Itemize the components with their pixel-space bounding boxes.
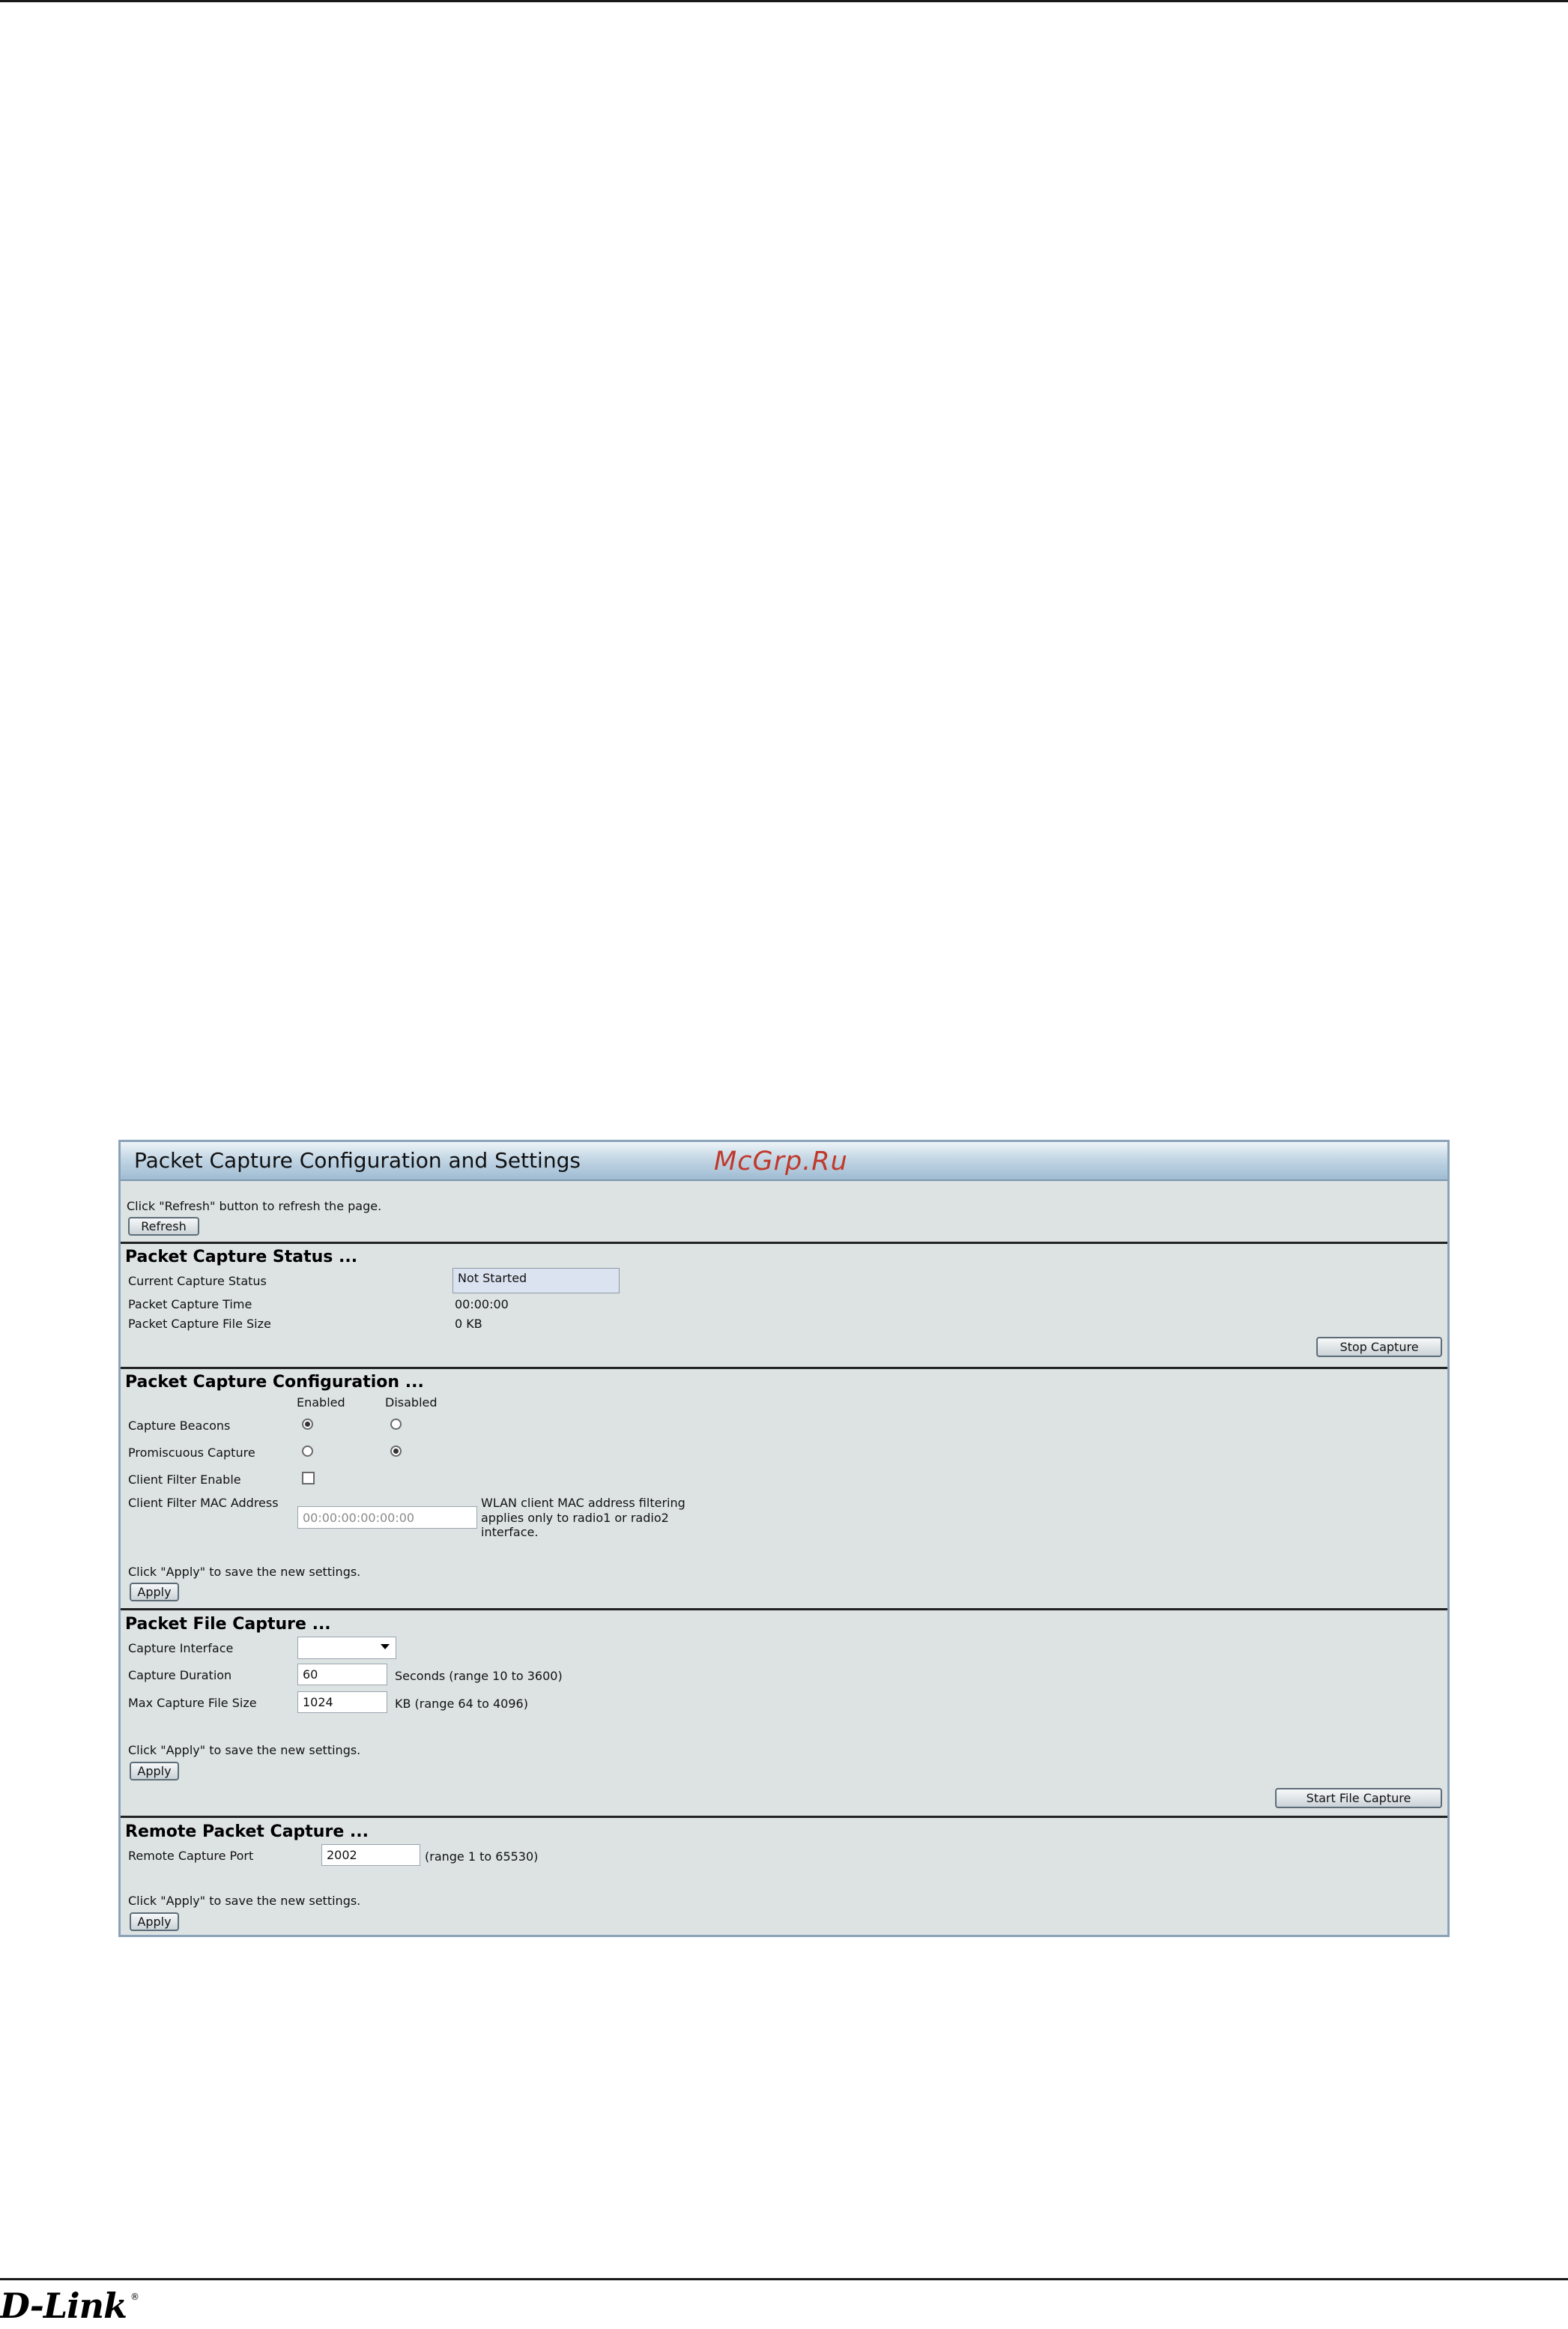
- promiscuous-enabled-radio[interactable]: [302, 1446, 313, 1457]
- packet-capture-file-size-value: 0 KB: [455, 1317, 482, 1331]
- section-divider: [121, 1242, 1447, 1244]
- capture-interface-select[interactable]: [297, 1637, 396, 1659]
- remote-apply-hint: Click "Apply" to save the new settings.: [128, 1894, 361, 1908]
- remote-apply-button[interactable]: Apply: [130, 1912, 179, 1931]
- mac-filter-note-line3: interface.: [481, 1525, 539, 1539]
- remote-capture-port-note: (range 1 to 65530): [425, 1849, 539, 1864]
- max-capture-file-size-input[interactable]: [297, 1691, 387, 1713]
- current-capture-status-label: Current Capture Status: [128, 1274, 267, 1288]
- refresh-hint: Click "Refresh" button to refresh the pa…: [127, 1199, 382, 1213]
- promiscuous-capture-label: Promiscuous Capture: [128, 1446, 255, 1460]
- footer-rule: [0, 2278, 1568, 2280]
- file-capture-section-title: Packet File Capture ...: [125, 1615, 331, 1634]
- watermark-text: McGrp.Ru: [714, 1147, 848, 1176]
- max-capture-file-size-note: KB (range 64 to 4096): [395, 1697, 528, 1711]
- packet-capture-panel: Packet Capture Configuration and Setting…: [118, 1140, 1450, 1937]
- current-capture-status-value: Not Started: [452, 1268, 620, 1293]
- config-section-title: Packet Capture Configuration ...: [125, 1373, 424, 1392]
- section-divider: [121, 1608, 1447, 1610]
- client-filter-mac-label: Client Filter MAC Address: [128, 1496, 279, 1510]
- client-filter-enable-checkbox[interactable]: [302, 1472, 315, 1484]
- refresh-button[interactable]: Refresh: [128, 1217, 199, 1236]
- dlink-logo: D-Link: [0, 2286, 127, 2326]
- promiscuous-disabled-radio[interactable]: [390, 1446, 402, 1457]
- capture-beacons-enabled-radio[interactable]: [302, 1419, 313, 1430]
- mac-filter-note-line1: WLAN client MAC address filtering: [481, 1496, 685, 1510]
- client-filter-mac-input[interactable]: [297, 1506, 477, 1529]
- registered-mark: ®: [130, 2292, 139, 2302]
- capture-duration-label: Capture Duration: [128, 1668, 232, 1682]
- enabled-column-header: Enabled: [297, 1395, 345, 1410]
- max-capture-file-size-label: Max Capture File Size: [128, 1696, 257, 1710]
- status-section-title: Packet Capture Status ...: [125, 1248, 358, 1266]
- disabled-column-header: Disabled: [385, 1395, 438, 1410]
- client-filter-enable-label: Client Filter Enable: [128, 1472, 241, 1487]
- capture-duration-input[interactable]: [297, 1664, 387, 1685]
- remote-capture-port-input[interactable]: [321, 1844, 420, 1866]
- stop-capture-button[interactable]: Stop Capture: [1316, 1337, 1442, 1357]
- panel-title: Packet Capture Configuration and Setting…: [134, 1148, 581, 1173]
- chevron-down-icon: [381, 1644, 390, 1649]
- capture-duration-note: Seconds (range 10 to 3600): [395, 1669, 563, 1683]
- start-file-capture-button[interactable]: Start File Capture: [1275, 1788, 1442, 1808]
- packet-capture-file-size-label: Packet Capture File Size: [128, 1317, 271, 1331]
- config-apply-button[interactable]: Apply: [130, 1583, 179, 1601]
- remote-capture-port-label: Remote Capture Port: [128, 1849, 254, 1863]
- capture-beacons-label: Capture Beacons: [128, 1419, 231, 1433]
- capture-interface-label: Capture Interface: [128, 1641, 234, 1655]
- section-divider: [121, 1816, 1447, 1818]
- remote-section-title: Remote Packet Capture ...: [125, 1822, 369, 1841]
- file-capture-apply-hint: Click "Apply" to save the new settings.: [128, 1743, 361, 1757]
- mac-filter-note-line2: applies only to radio1 or radio2: [481, 1511, 669, 1525]
- packet-capture-time-value: 00:00:00: [455, 1297, 509, 1311]
- config-apply-hint: Click "Apply" to save the new settings.: [128, 1565, 361, 1579]
- packet-capture-time-label: Packet Capture Time: [128, 1297, 252, 1311]
- capture-beacons-disabled-radio[interactable]: [390, 1419, 402, 1430]
- file-capture-apply-button[interactable]: Apply: [130, 1762, 179, 1780]
- top-rule: [0, 0, 1568, 2]
- section-divider: [121, 1367, 1447, 1369]
